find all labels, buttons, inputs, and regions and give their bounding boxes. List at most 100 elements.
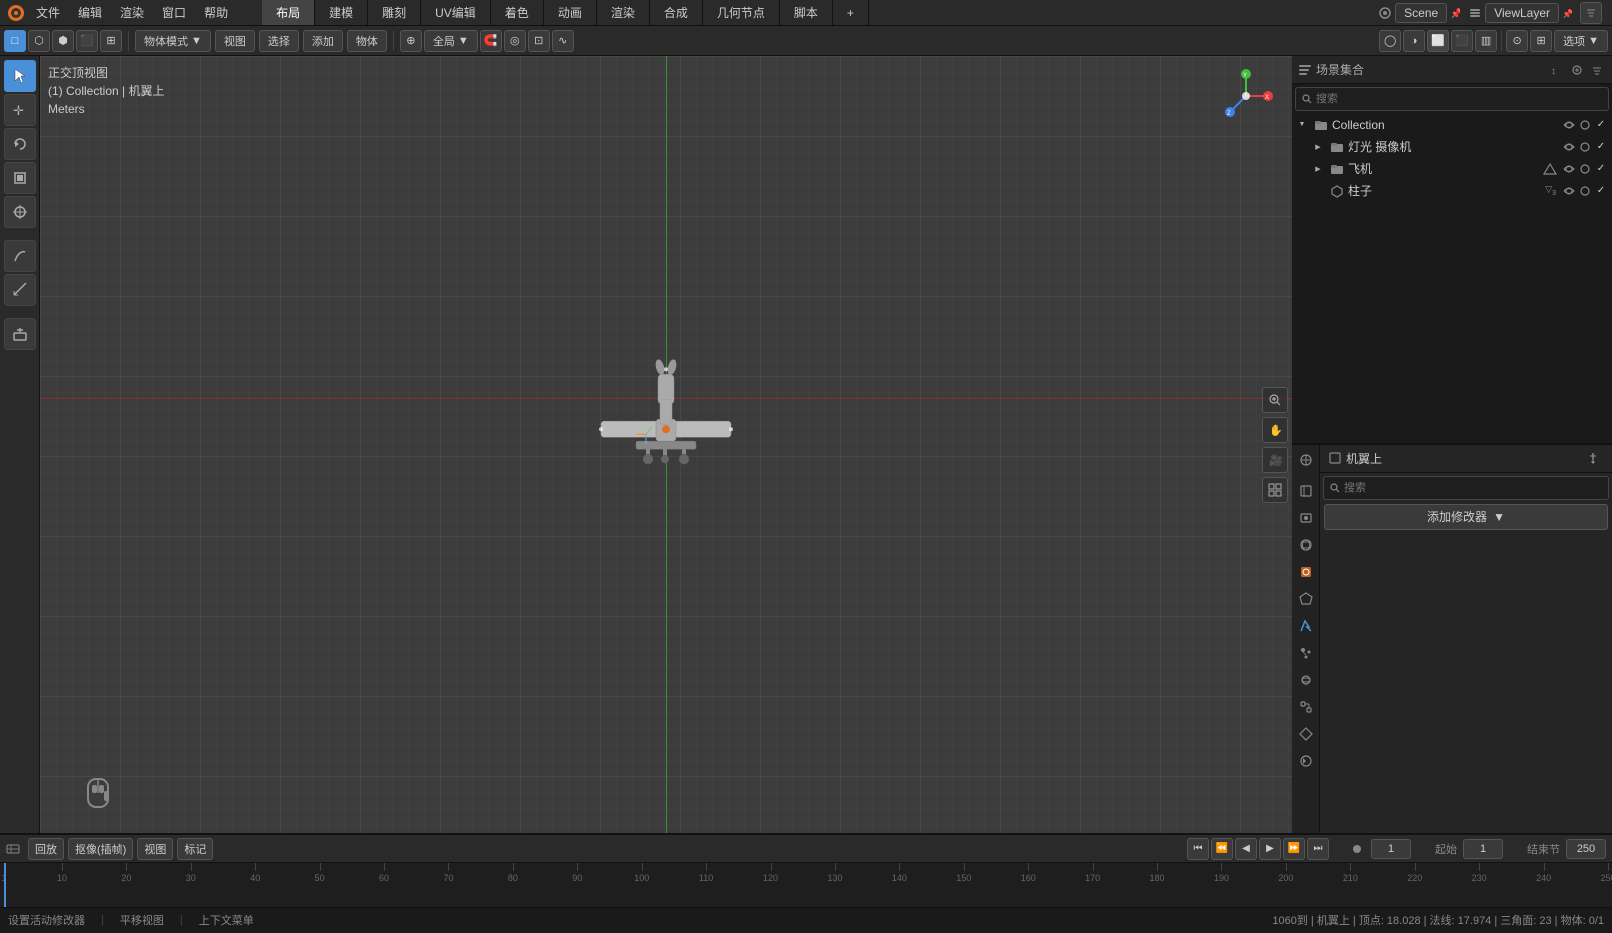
prop-tab-material[interactable] [1293, 748, 1319, 774]
plane-vis-icon[interactable] [1562, 162, 1576, 176]
tab-render[interactable]: 渲染 [597, 0, 650, 25]
camera-btn[interactable]: 🎥 [1262, 447, 1288, 473]
properties-pin-btn[interactable] [1582, 447, 1604, 469]
prop-tab-modifier[interactable] [1293, 613, 1319, 639]
plane-expand-arrow[interactable] [1312, 163, 1324, 175]
select-btn[interactable]: 选择 [259, 30, 299, 52]
plane-render-icon[interactable] [1578, 162, 1592, 176]
timeline-tab-keying[interactable]: 抠像(插帧) [68, 838, 133, 860]
jump-end-btn[interactable]: ⏭ [1307, 838, 1329, 860]
prop-tab-physics[interactable] [1293, 667, 1319, 693]
tool-select[interactable] [4, 60, 36, 92]
snap3-btn[interactable]: ∿ [552, 30, 574, 52]
zoom-in-btn[interactable] [1262, 387, 1288, 413]
snap-btn[interactable]: 🧲 [480, 30, 502, 52]
scene-picker[interactable]: Scene [1395, 3, 1447, 23]
select-mode4-btn[interactable]: ⬛ [76, 30, 98, 52]
viewport-overlay-btn[interactable]: ⊙ [1506, 30, 1528, 52]
lights-render-icon[interactable] [1578, 140, 1592, 154]
outliner-filter2[interactable] [1568, 61, 1586, 79]
tab-animation[interactable]: 动画 [544, 0, 597, 25]
plane-exclude-icon[interactable]: ✓ [1594, 162, 1608, 176]
add-modifier-btn[interactable]: 添加修改器 ▼ [1324, 504, 1608, 530]
prop-tab-data[interactable] [1293, 721, 1319, 747]
viewport-shading3-btn[interactable]: ⬜ [1427, 30, 1449, 52]
viewport-shading5-btn[interactable]: ▥ [1475, 30, 1497, 52]
view-btn[interactable]: 视图 [215, 30, 255, 52]
object-btn[interactable]: 物体 [347, 30, 387, 52]
end-frame-input[interactable] [1566, 839, 1606, 859]
timeline-ruler[interactable]: 1102030405060708090100110120130140150160… [0, 863, 1612, 907]
collection-vis-icon[interactable] [1562, 118, 1576, 132]
tab-sculpt[interactable]: 雕刻 [368, 0, 421, 25]
pillar-vis-icon[interactable] [1562, 184, 1576, 198]
properties-search[interactable] [1323, 476, 1609, 500]
prop-tab-tools[interactable] [1293, 447, 1319, 473]
viewport-shading4-btn[interactable]: ⬛ [1451, 30, 1473, 52]
snap2-btn[interactable]: ⊡ [528, 30, 550, 52]
tab-model[interactable]: 建模 [315, 0, 368, 25]
select-mode2-btn[interactable]: ⬡ [28, 30, 50, 52]
start-frame-input[interactable] [1463, 839, 1503, 859]
tab-scripting[interactable]: 脚本 [780, 0, 833, 25]
step-forward-btn[interactable]: ⏩ [1283, 838, 1305, 860]
outliner-plane[interactable]: 飞机 ✓ [1292, 158, 1612, 180]
current-frame-input[interactable] [1371, 839, 1411, 859]
tab-shading[interactable]: 着色 [491, 0, 544, 25]
object-mode-btn[interactable]: 物体模式 ▼ [135, 30, 211, 52]
menu-help[interactable]: 帮助 [196, 2, 236, 23]
outliner-filter1[interactable]: ↕ [1548, 61, 1566, 79]
timeline-tab-playback[interactable]: 回放 [28, 838, 64, 860]
tab-geo-nodes[interactable]: 几何节点 [703, 0, 780, 25]
tool-measure[interactable] [4, 274, 36, 306]
viewport-xray-btn[interactable]: ⊞ [1530, 30, 1552, 52]
lights-vis-icon[interactable] [1562, 140, 1576, 154]
timeline-tab-markers[interactable]: 标记 [177, 838, 213, 860]
outliner-collection[interactable]: Collection ✓ [1292, 114, 1612, 136]
prop-tab-scene2[interactable] [1293, 586, 1319, 612]
pillar-render-icon[interactable] [1578, 184, 1592, 198]
menu-render[interactable]: 渲染 [112, 2, 152, 23]
tool-add-object[interactable] [4, 318, 36, 350]
properties-search-input[interactable] [1344, 482, 1602, 494]
outliner-pillar[interactable]: 柱子 ▽3 ✓ [1292, 180, 1612, 202]
prop-tab-output[interactable] [1293, 532, 1319, 558]
outliner-search-input[interactable] [1316, 93, 1602, 105]
timeline-tab-view[interactable]: 视图 [137, 838, 173, 860]
collection-render-icon[interactable] [1578, 118, 1592, 132]
tab-layout[interactable]: 布局 [262, 0, 315, 25]
menu-file[interactable]: 文件 [28, 2, 68, 23]
pan-btn[interactable]: ✋ [1262, 417, 1288, 443]
tool-rotate[interactable] [4, 128, 36, 160]
collection-expand-arrow[interactable] [1296, 119, 1308, 131]
tool-transform[interactable] [4, 196, 36, 228]
add-btn[interactable]: 添加 [303, 30, 343, 52]
proportional-btn[interactable]: ◎ [504, 30, 526, 52]
axis-gizmo[interactable]: Y X Z [1216, 66, 1276, 126]
tab-compositing[interactable]: 合成 [650, 0, 703, 25]
tab-uv[interactable]: UV编辑 [421, 0, 491, 25]
prop-tab-scene[interactable] [1293, 478, 1319, 504]
collection-exclude-icon[interactable]: ✓ [1594, 118, 1608, 132]
outliner-lights[interactable]: 灯光 摄像机 ✓ [1292, 136, 1612, 158]
pillar-exclude-icon[interactable]: ✓ [1594, 184, 1608, 198]
viewlayer-picker[interactable]: ViewLayer [1485, 3, 1559, 23]
tab-add[interactable]: + [833, 0, 869, 25]
step-back-btn[interactable]: ◀ [1235, 838, 1257, 860]
select-box-btn[interactable]: □ [4, 30, 26, 52]
menu-window[interactable]: 窗口 [154, 2, 194, 23]
lights-expand-arrow[interactable] [1312, 141, 1324, 153]
play-btn[interactable]: ▶ [1259, 838, 1281, 860]
prop-tab-viewlayer[interactable] [1293, 559, 1319, 585]
outliner-filter3[interactable] [1588, 61, 1606, 79]
menu-edit[interactable]: 编辑 [70, 2, 110, 23]
jump-start-btn[interactable]: ⏮ [1187, 838, 1209, 860]
lights-exclude-icon[interactable]: ✓ [1594, 140, 1608, 154]
filter-icon-btn[interactable] [1580, 2, 1602, 24]
tool-move[interactable]: ✛ [4, 94, 36, 126]
tool-scale[interactable] [4, 162, 36, 194]
options-btn[interactable]: 选项 ▼ [1554, 30, 1608, 52]
timeline-playhead[interactable] [4, 863, 6, 907]
tool-annotate[interactable] [4, 240, 36, 272]
viewport-shading1-btn[interactable]: ◯ [1379, 30, 1401, 52]
